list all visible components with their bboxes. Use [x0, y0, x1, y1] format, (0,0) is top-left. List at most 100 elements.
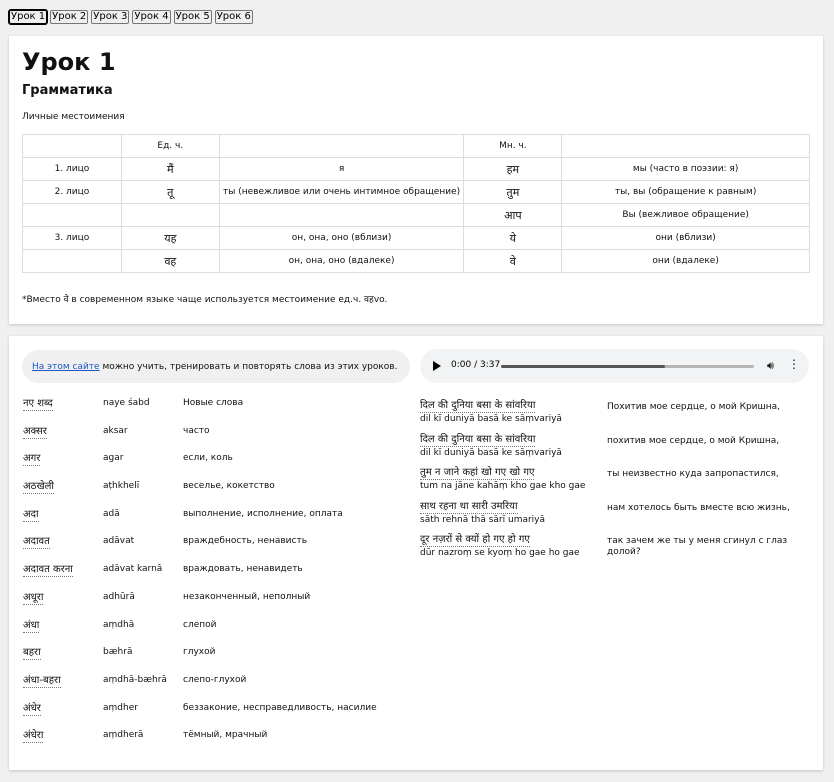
- lyrics-transliteration: tum na jāne kahāṃ kho gae kho gae: [420, 481, 586, 492]
- vocab-transliteration: adhūrā: [103, 591, 135, 602]
- lyrics-translation: так зачем же ты у меня сгинул с глаз дол…: [607, 536, 788, 558]
- lyrics-line: साथ रहना था सारी उमरिया sāth rehnā thā sā…: [420, 501, 810, 535]
- lyrics-line: दिल की दुनिया बसा के सांवरिया dil kī duni…: [420, 434, 810, 468]
- tab-lesson-6[interactable]: Урок 6: [214, 10, 253, 24]
- vocab-translation: незаконченный, неполный: [183, 591, 311, 602]
- volume-icon[interactable]: 🔊︎: [767, 359, 774, 373]
- vocab-word[interactable]: अधूरा: [23, 592, 44, 605]
- table-cell: वह: [120, 249, 220, 273]
- audio-time: 0:00 / 3:37: [451, 360, 501, 370]
- footnote: *Вместо वे в современном языке чаще испо…: [22, 295, 388, 305]
- table-cell: они (вблизи): [561, 226, 810, 250]
- vocab-word[interactable]: अगर: [23, 453, 41, 467]
- more-options-icon[interactable]: ⋮: [788, 358, 800, 370]
- table-cell: [22, 249, 122, 273]
- vocab-row: अगर agar если, коль: [23, 451, 403, 479]
- table-cell: [218, 203, 465, 227]
- vocab-row: अदावत करना adāvat karnā враждовать, ненави…: [23, 562, 403, 590]
- vocab-transliteration: adā: [103, 508, 120, 519]
- lyrics-hindi[interactable]: दूर नज़रों से क्यों हो गए हो गए: [420, 534, 530, 548]
- lyrics-transliteration: dil kī duniyā basā ke sāṃvariyā: [420, 447, 562, 458]
- table-row: 1. лицо मैं я हम мы (часто в поэзии: я): [22, 157, 810, 181]
- tab-lesson-4[interactable]: Урок 4: [132, 10, 171, 24]
- table-cell: 1. лицо: [22, 157, 122, 181]
- vocab-transliteration: adāvat: [103, 536, 135, 547]
- table-cell: यह: [120, 226, 220, 250]
- table-row: आप Вы (вежливое обращение): [22, 203, 810, 227]
- vocab-word[interactable]: अंधा-बहरा: [23, 675, 61, 688]
- vocab-row: अठखेली aṭhkhelī веселье, кокетство: [23, 479, 403, 507]
- vocab-translation: беззаконие, несправедливость, насилие: [183, 702, 377, 713]
- audio-seek-bar[interactable]: [501, 365, 754, 368]
- lyrics-transliteration: sāth rehnā thā sārī umariyā: [420, 514, 546, 525]
- lyrics-translation: Похитив мое сердце, о мой Кришна,: [607, 402, 781, 412]
- lyrics-line: तुम न जाने कहां खो गए खो गए tum na jāne k…: [420, 467, 810, 501]
- lyrics-translation: похитив мое сердце, о мой Кришна,: [607, 435, 780, 446]
- lyrics-hindi[interactable]: साथ रहना था सारी उमरिया: [420, 501, 518, 514]
- vocab-translation: Новые слова: [183, 398, 244, 408]
- vocab-word[interactable]: अदावत: [23, 536, 50, 550]
- lyrics-line: दिल की दुनिया बसा के सांवरिया dil kī duni…: [420, 400, 810, 434]
- vocab-transliteration: aṭhkhelī: [103, 481, 140, 492]
- lesson-tabs: Урок 1 Урок 2 Урок 3 Урок 4 Урок 5 Урок …: [7, 9, 253, 25]
- vocab-transliteration: agar: [103, 453, 124, 464]
- table-cell: мы (часто в поэзии: я): [561, 157, 810, 181]
- lyrics-transliteration: dil kī duniyā basā ke sāṃvariyā: [420, 414, 562, 424]
- lyrics-hindi[interactable]: दिल की दुनिया बसा के सांवरिया: [420, 434, 536, 447]
- table-cell: он, она, оно (вдалеке): [218, 249, 465, 273]
- lyrics-hindi[interactable]: तुम न जाने कहां खो गए खो गए: [420, 467, 535, 481]
- table-cell: я: [218, 157, 465, 181]
- vocab-transliteration: aṃdher: [103, 702, 138, 713]
- vocabulary-list: नए शब्द naye śabd Новые слова अक्सर aksar час…: [23, 396, 403, 756]
- table-cell: ты (невежливое или очень интимное обраще…: [218, 180, 465, 204]
- vocab-word[interactable]: अक्सर: [23, 426, 47, 439]
- vocab-translation: враждовать, ненавидеть: [183, 564, 303, 575]
- vocabulary-card: На этом сайте можно учить, тренировать и…: [9, 336, 823, 770]
- vocab-transliteration: aṃdhā: [103, 619, 135, 630]
- table-row: 2. лицо तू ты (невежливое или очень инти…: [22, 180, 810, 204]
- vocab-translation: слепо-глухой: [183, 674, 247, 685]
- vocab-word[interactable]: अदा: [23, 509, 39, 522]
- vocab-row: अधूरा adhūrā незаконченный, неполный: [23, 590, 403, 618]
- tab-lesson-5[interactable]: Урок 5: [173, 10, 212, 24]
- table-cell: ты, вы (обращение к равным): [561, 180, 810, 204]
- vocab-word[interactable]: अंधा: [23, 620, 40, 633]
- vocab-word[interactable]: अठखेली: [23, 481, 54, 495]
- table-cell: मैं: [120, 157, 220, 181]
- table-cell: [22, 203, 122, 227]
- table-cell: हम: [463, 157, 563, 181]
- table-cell: 3. лицо: [22, 226, 122, 250]
- lyrics-translation: ты неизвестно куда запропастился,: [607, 469, 779, 480]
- subsection-title: Личные местоимения: [22, 112, 125, 122]
- lesson-title: Урок 1: [22, 48, 116, 76]
- vocab-word[interactable]: बहरा: [23, 647, 41, 661]
- vocab-transliteration: bæhrā: [103, 647, 133, 658]
- table-cell: они (вдалеке): [561, 249, 810, 273]
- table-cell: तू: [120, 180, 220, 204]
- table-header-cell: [561, 134, 810, 158]
- table-cell: तुम: [463, 180, 563, 204]
- table-header-cell: Ед. ч.: [120, 134, 220, 158]
- vocab-word[interactable]: नए शब्द: [23, 398, 53, 411]
- vocab-translation: слепой: [183, 619, 217, 630]
- vocab-row: अदा adā выполнение, исполнение, оплата: [23, 507, 403, 535]
- play-icon[interactable]: [433, 361, 441, 371]
- vocab-word[interactable]: अंधेरा: [23, 730, 44, 744]
- table-cell: 2. лицо: [22, 180, 122, 204]
- lyrics-line: दूर नज़रों से क्यों हो गए हो गए dūr nazro…: [420, 534, 810, 568]
- site-link[interactable]: На этом сайте: [32, 362, 100, 372]
- table-cell: Вы (вежливое обращение): [561, 203, 810, 227]
- table-cell: वे: [463, 249, 563, 273]
- audio-buffer-fill: [501, 365, 666, 368]
- grammar-card: Урок 1 Грамматика Личные местоимения Ед.…: [9, 36, 823, 324]
- vocab-row: नए शब्द naye śabd Новые слова: [23, 396, 403, 424]
- tab-lesson-3[interactable]: Урок 3: [91, 10, 130, 24]
- tab-lesson-2[interactable]: Урок 2: [50, 10, 89, 24]
- vocab-word[interactable]: अदावत करना: [23, 564, 73, 578]
- section-title: Грамматика: [22, 83, 113, 98]
- lyrics-translation: нам хотелось быть вместе всю жизнь,: [607, 502, 790, 513]
- vocab-word[interactable]: अंधेर: [23, 703, 41, 716]
- vocab-transliteration: aṃdherā: [103, 730, 144, 741]
- tab-lesson-1[interactable]: Урок 1: [7, 9, 49, 25]
- lyrics-hindi[interactable]: दिल की दुनिया बसा के सांवरिया: [420, 400, 536, 413]
